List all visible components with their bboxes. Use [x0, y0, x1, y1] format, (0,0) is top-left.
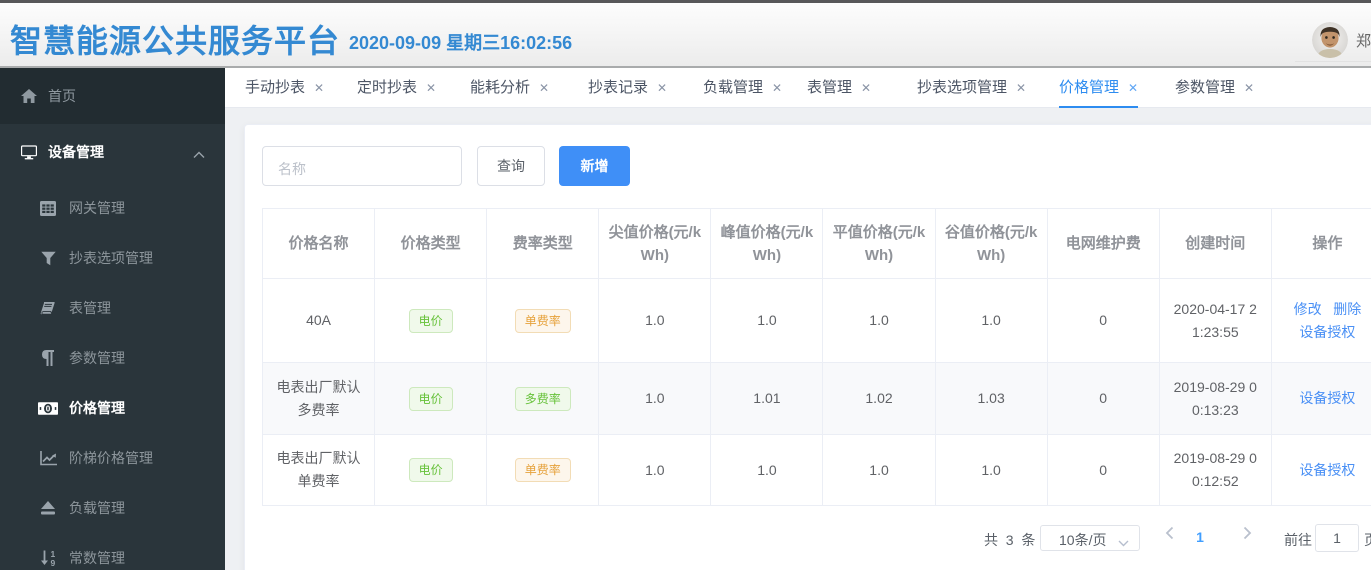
svg-text:9: 9	[51, 558, 56, 566]
svg-text:0: 0	[46, 404, 51, 413]
